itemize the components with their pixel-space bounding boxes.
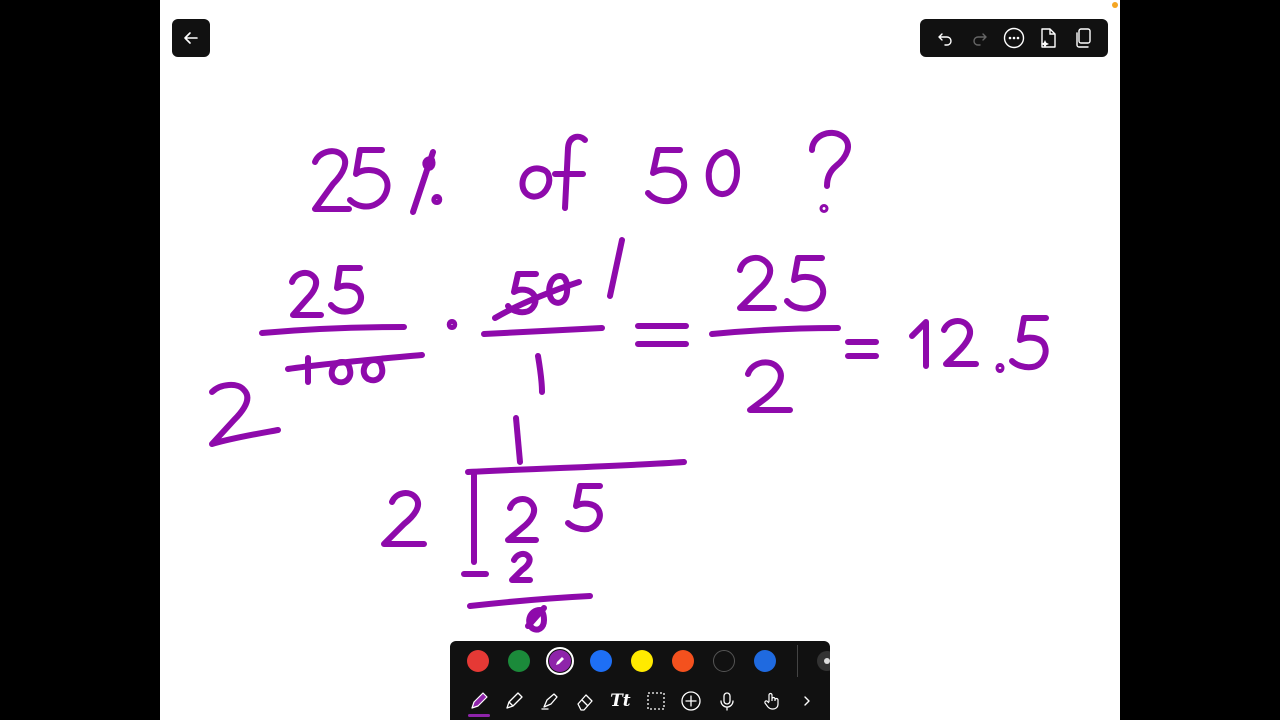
color-swatch-black[interactable] <box>713 650 735 672</box>
lasso-select-tool[interactable] <box>643 688 668 714</box>
microphone-tool[interactable] <box>714 688 739 714</box>
handwriting-canvas[interactable] <box>160 0 1120 720</box>
color-swatch-green[interactable] <box>508 650 530 672</box>
status-indicator-dot <box>1112 2 1118 8</box>
hand-touch-icon <box>764 692 779 710</box>
pencil-icon <box>556 657 564 665</box>
ink-equals-1 <box>635 323 689 347</box>
color-swatch-purple[interactable] <box>546 647 574 675</box>
color-swatch-dark-blue[interactable] <box>754 650 776 672</box>
lasso-select-icon <box>647 692 665 710</box>
text-tool[interactable]: Tt <box>608 688 633 714</box>
ink-equals-2 <box>845 339 879 359</box>
active-tool-indicator <box>468 714 490 717</box>
ink-fraction-50-1 <box>481 237 625 395</box>
color-swatch-red[interactable] <box>467 650 489 672</box>
ink-fraction-25-100 <box>209 265 425 447</box>
add-tool[interactable] <box>678 688 703 714</box>
pencil-tool[interactable] <box>501 688 526 714</box>
ink-long-division <box>381 415 687 633</box>
bottom-toolbar: Tt <box>450 641 830 720</box>
color-palette <box>450 641 830 681</box>
ink-fraction-25-2 <box>709 254 841 413</box>
whiteboard-page[interactable]: Tt <box>160 0 1120 720</box>
color-swatch-yellow[interactable] <box>631 650 653 672</box>
pen-tool[interactable] <box>466 688 491 714</box>
eraser-icon <box>577 694 593 711</box>
ink-multiply-dot <box>446 319 458 330</box>
eraser-tool[interactable] <box>572 688 597 714</box>
color-swatch-blue[interactable] <box>590 650 612 672</box>
highlighter-tool[interactable] <box>537 688 562 714</box>
hand-touch-tool[interactable] <box>759 688 784 714</box>
chevron-right-icon <box>804 696 811 706</box>
color-swatch-orange[interactable] <box>672 650 694 672</box>
text-tool-label: Tt <box>610 691 631 711</box>
microphone-icon <box>719 692 734 711</box>
more-tools-button[interactable] <box>795 688 820 714</box>
stroke-size-icon <box>824 658 830 664</box>
pencil-icon <box>506 692 523 709</box>
stroke-size-button[interactable] <box>817 651 830 671</box>
toolbar-divider <box>797 645 798 677</box>
ink-question <box>312 129 851 215</box>
pen-icon <box>471 692 488 709</box>
ink-decimal-12-5 <box>909 315 1049 373</box>
handwritten-ink <box>209 129 1049 633</box>
add-icon <box>681 691 701 711</box>
tool-row: Tt <box>450 683 830 719</box>
highlighter-icon <box>540 693 558 710</box>
